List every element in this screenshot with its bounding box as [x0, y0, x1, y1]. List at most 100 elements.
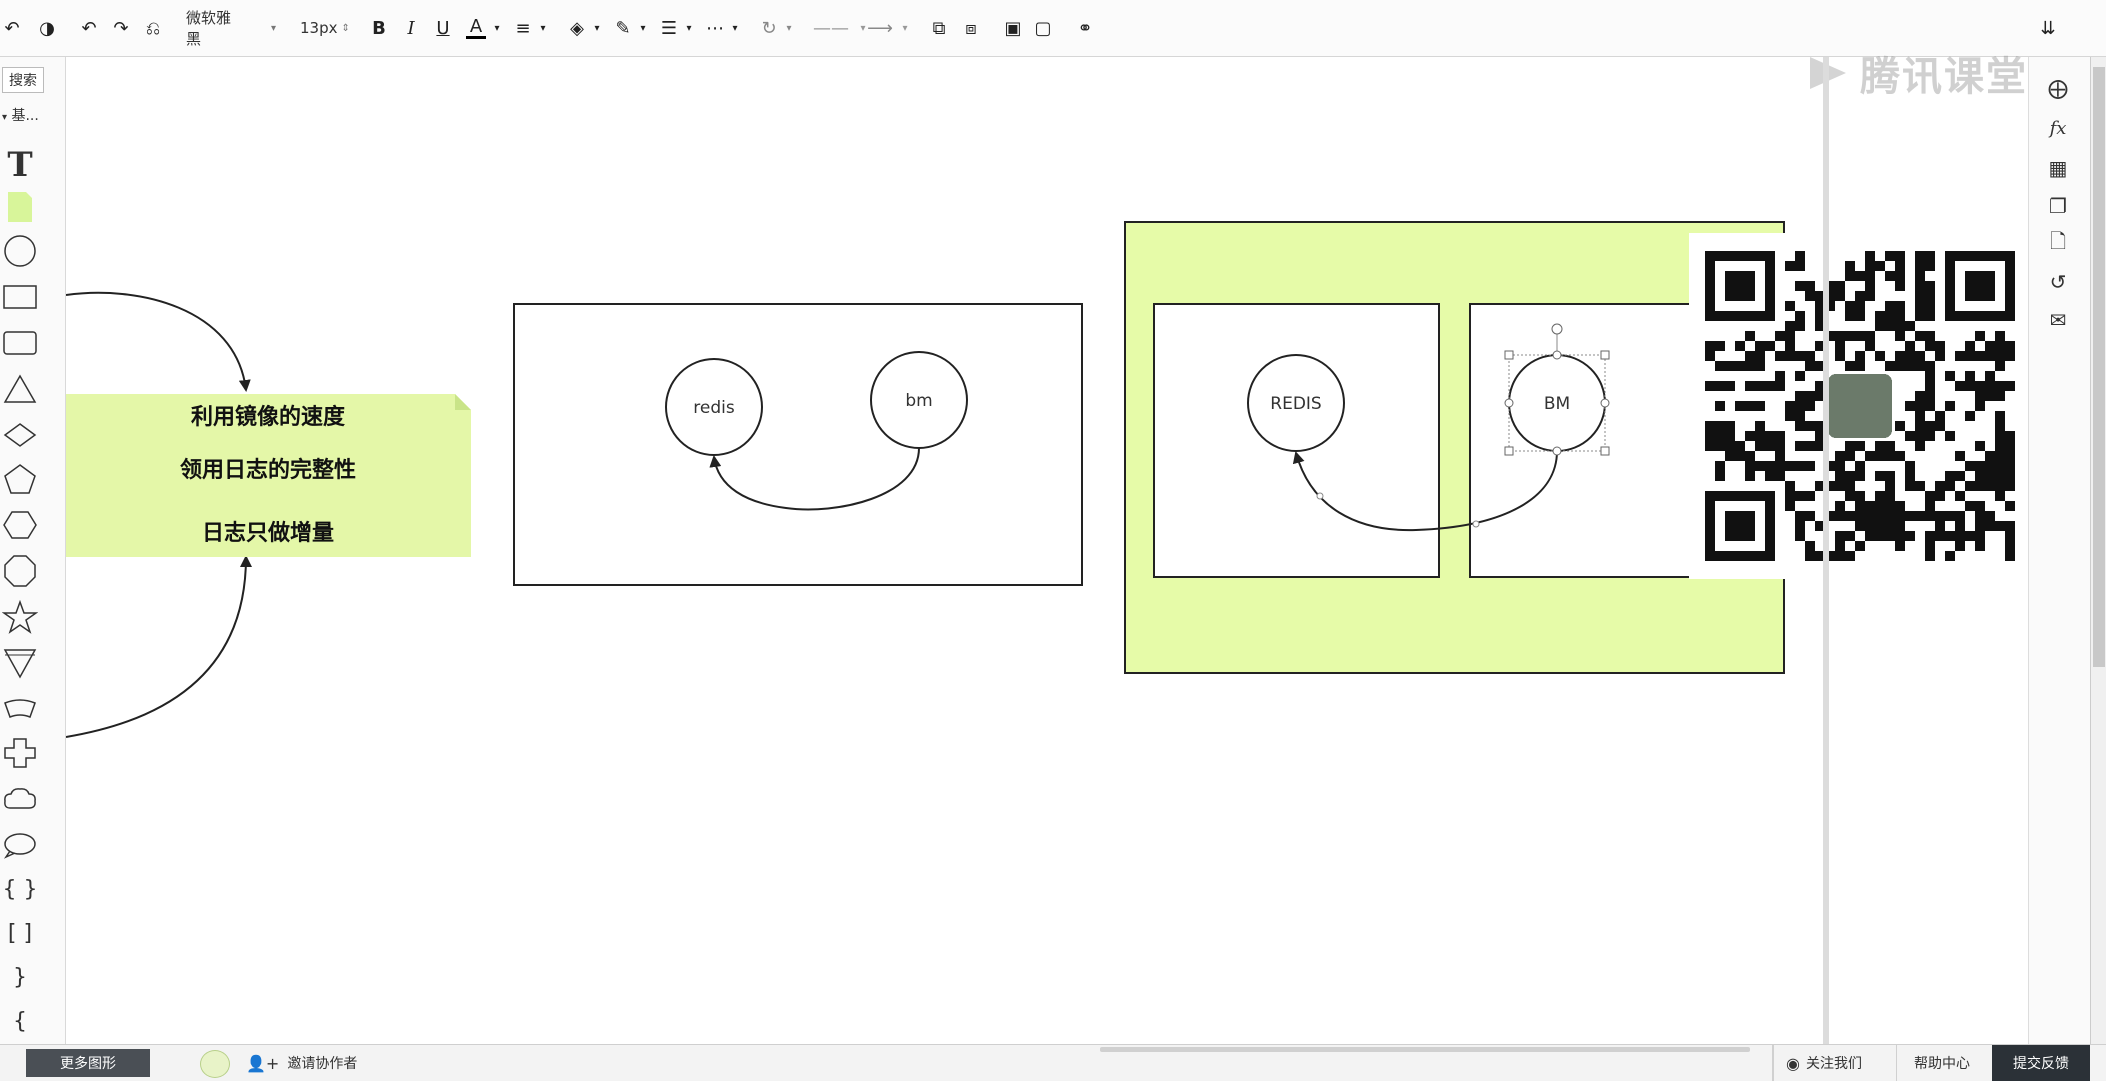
shape-library-panel: 搜索 ▾ 基... T { } [ ] } {	[0, 57, 66, 1044]
cross-shape-icon[interactable]	[0, 735, 40, 771]
help-center-link[interactable]: 帮助中心	[1914, 1049, 1970, 1077]
connector-waypoint-handle[interactable]	[1472, 520, 1480, 528]
italic-button[interactable]: I	[400, 14, 422, 42]
chevron-down-icon[interactable]: ▾	[538, 14, 548, 42]
font-size-select[interactable]: 13px ⇕	[300, 14, 360, 42]
circle-shape-icon[interactable]	[0, 233, 40, 269]
rounded-rectangle-shape-icon[interactable]	[0, 325, 40, 361]
qr-code-image	[1705, 251, 2015, 561]
submit-feedback-button[interactable]: 提交反馈	[1992, 1045, 2090, 1081]
hexagon-shape-icon[interactable]	[0, 507, 40, 543]
brackets-shape-icon[interactable]: [ ]	[0, 915, 40, 951]
chevron-down-icon[interactable]: ▾	[784, 14, 794, 42]
font-family-select[interactable]: 微软雅黑 ▾	[186, 9, 276, 48]
resize-handle[interactable]	[1504, 350, 1514, 360]
note-fold-corner	[455, 394, 471, 410]
fill-color-icon[interactable]: ◈	[564, 14, 590, 42]
arrow-into-note-bottom[interactable]	[66, 555, 252, 738]
chevron-down-icon[interactable]: ▾	[492, 14, 502, 42]
follow-us-link[interactable]: ◉ 关注我们	[1786, 1049, 1862, 1077]
diagram2-redis-label: REDIS	[1270, 394, 1321, 414]
format-painter-icon[interactable]: ⎌	[140, 14, 166, 42]
invite-label: 邀请协作者	[287, 1056, 358, 1072]
avatar[interactable]	[200, 1050, 230, 1078]
note-line-2: 领用日志的完整性	[180, 457, 356, 483]
shape-category-label[interactable]: ▾ 基...	[2, 105, 52, 125]
history-icon[interactable]: ↺	[2043, 267, 2073, 297]
underline-button[interactable]: U	[432, 14, 454, 42]
braces-shape-icon[interactable]: { }	[0, 871, 40, 907]
chevron-down-icon: ▾	[270, 22, 276, 34]
bottom-bar: 更多图形 👤+ 邀请协作者 ◉ 关注我们 帮助中心 提交反馈	[0, 1044, 2106, 1081]
connector-waypoint-handle[interactable]	[1316, 492, 1324, 500]
line-width-icon[interactable]: ☰	[656, 14, 682, 42]
arrow-into-note-top[interactable]	[66, 291, 251, 392]
page-scrollbar[interactable]	[2090, 57, 2106, 1044]
pentagon-shape-icon[interactable]	[0, 461, 40, 497]
layers-icon[interactable]: ❐	[2043, 191, 2073, 221]
navigator-icon[interactable]: ⨁	[2043, 73, 2073, 103]
divider	[1896, 1045, 1897, 1081]
lock-icon[interactable]: ▣	[1000, 14, 1026, 42]
line-style-icon[interactable]: ⋯	[702, 14, 728, 42]
undo-icon[interactable]: ↶	[76, 14, 102, 42]
anchor-point[interactable]	[1552, 350, 1562, 360]
unlock-icon[interactable]: ▢	[1030, 14, 1056, 42]
send-back-icon[interactable]: ⧈	[958, 14, 984, 42]
line-pattern-icon[interactable]: ——	[806, 14, 856, 42]
horizontal-scrollbar[interactable]	[1100, 1047, 1750, 1052]
resize-handle[interactable]	[1504, 446, 1514, 456]
diagram1-container[interactable]	[513, 303, 1083, 586]
format-shape-icon[interactable]: ◑	[32, 14, 62, 42]
resize-handle[interactable]	[1600, 350, 1610, 360]
star-shape-icon[interactable]	[0, 599, 40, 635]
page-settings-icon[interactable]: ▦	[2043, 153, 2073, 183]
left-brace-shape-icon[interactable]: {	[0, 1003, 40, 1039]
comment-icon[interactable]: ✉	[2043, 305, 2073, 335]
invite-collaborator-button[interactable]: 👤+ 邀请协作者	[246, 1049, 357, 1077]
note-line-3: 日志只做增量	[202, 520, 334, 546]
chevron-down-icon[interactable]: ▾	[592, 14, 602, 42]
anchor-point[interactable]	[1504, 398, 1514, 408]
arrow-end-icon[interactable]: ⟶	[862, 14, 898, 42]
bold-button[interactable]: B	[368, 14, 390, 42]
bring-front-icon[interactable]: ⧉	[926, 14, 952, 42]
note-shape-icon[interactable]	[0, 189, 40, 225]
diamond-shape-icon[interactable]	[0, 417, 40, 453]
font-color-button[interactable]: A	[462, 14, 490, 42]
page-icon[interactable]: 🗋	[2043, 229, 2073, 259]
arc-shape-icon[interactable]	[0, 691, 40, 727]
search-shapes-input[interactable]: 搜索	[2, 67, 44, 93]
octagon-shape-icon[interactable]	[0, 553, 40, 589]
note-line-1: 利用镜像的速度	[191, 404, 346, 430]
group-icon[interactable]: ⚭	[1070, 14, 1100, 42]
ellipse-callout-shape-icon[interactable]	[0, 827, 40, 863]
cloud-shape-icon[interactable]	[0, 781, 40, 817]
rectangle-shape-icon[interactable]	[0, 279, 40, 315]
triangle-shape-icon[interactable]	[0, 371, 40, 407]
resize-handle[interactable]	[1600, 446, 1610, 456]
chevron-down-icon[interactable]: ▾	[684, 14, 694, 42]
anchor-point[interactable]	[1552, 446, 1562, 456]
line-color-icon[interactable]: ✎	[610, 14, 636, 42]
chevron-down-icon[interactable]: ▾	[638, 14, 648, 42]
back-icon[interactable]: ↶	[0, 14, 24, 42]
connector-type-icon[interactable]: ↻	[756, 14, 782, 42]
formula-icon[interactable]: fx	[2043, 113, 2073, 143]
drawing-canvas[interactable]: 利用镜像的速度 领用日志的完整性 日志只做增量 redis bm REDIS B…	[66, 54, 2029, 1044]
anchor-point[interactable]	[1600, 398, 1610, 408]
right-brace-shape-icon[interactable]: }	[0, 959, 40, 995]
scrollbar-thumb[interactable]	[2093, 67, 2105, 667]
align-icon[interactable]: ≡	[510, 14, 536, 42]
collapse-toolbar-icon[interactable]: ⇊	[2036, 14, 2060, 42]
chevron-down-icon[interactable]: ▾	[730, 14, 740, 42]
font-family-value: 微软雅黑	[186, 9, 232, 48]
rotation-handle[interactable]	[1551, 323, 1563, 335]
redo-icon[interactable]: ↷	[108, 14, 134, 42]
font-color-label: A	[469, 15, 483, 37]
more-shapes-button[interactable]: 更多图形	[26, 1049, 150, 1077]
text-shape-icon[interactable]: T	[0, 145, 40, 185]
inverted-triangle-shape-icon[interactable]	[0, 645, 40, 681]
chevron-down-icon[interactable]: ▾	[900, 14, 910, 42]
stepper-icon: ⇕	[341, 22, 350, 34]
